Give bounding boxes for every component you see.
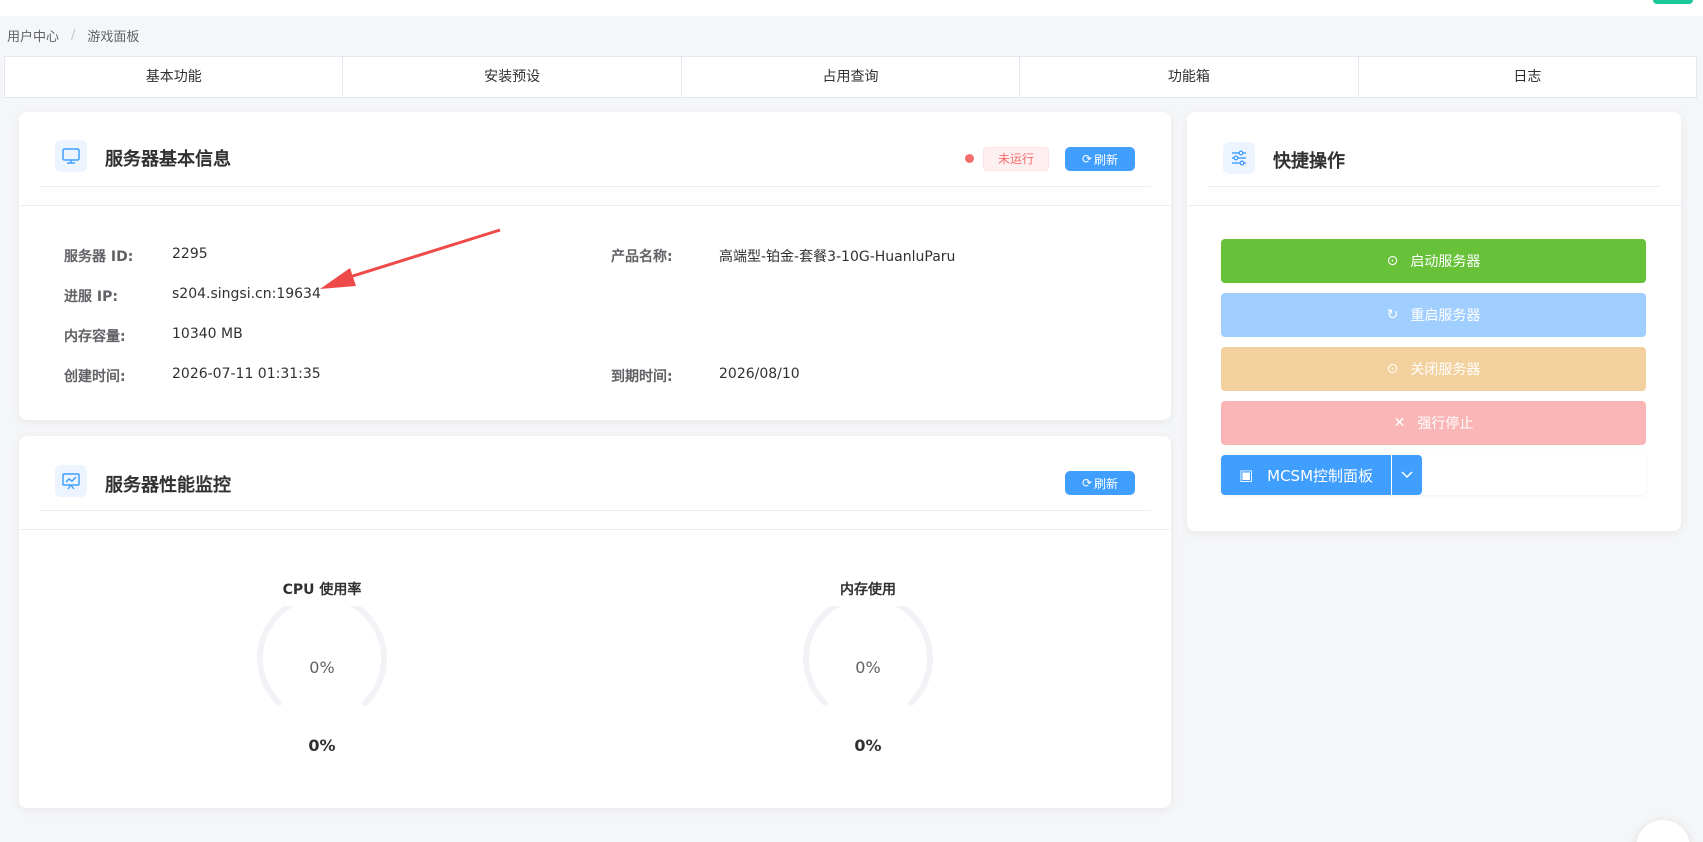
- header-line: [39, 510, 1151, 511]
- server-info-card: 服务器基本信息 未运行 ⟳ 刷新 服务器 ID: 2295 进服 IP: s20…: [19, 112, 1171, 420]
- ip-value[interactable]: s204.singsi.cn:19634: [172, 286, 321, 302]
- chevron-down-icon: [1401, 471, 1413, 479]
- tab-basic[interactable]: 基本功能: [5, 57, 344, 97]
- tab-bar-underline: [342, 97, 1697, 98]
- memory-gauge-track: [803, 606, 933, 706]
- server-id-label: 服务器 ID:: [64, 249, 134, 265]
- header-line: [1207, 186, 1661, 187]
- memory-gauge-label: 内存使用: [840, 582, 896, 598]
- memory-gauge-inner: 0%: [855, 658, 881, 677]
- breadcrumb-separator: /: [71, 28, 76, 43]
- tab-toolbox[interactable]: 功能箱: [1020, 57, 1359, 97]
- refresh-label: 刷新: [1094, 476, 1119, 491]
- breadcrumb: 用户中心 / 游戏面板: [7, 26, 139, 45]
- cpu-gauge-inner: 0%: [309, 658, 335, 677]
- header-divider: [1187, 205, 1681, 206]
- header-line: [39, 186, 1151, 187]
- ip-label: 进服 IP:: [64, 289, 118, 305]
- refresh-icon: ⟳: [1081, 476, 1093, 490]
- memory-label: 内存容量:: [64, 329, 126, 345]
- tab-log[interactable]: 日志: [1359, 57, 1696, 97]
- kill-server-button[interactable]: ✕ 强行停止: [1221, 401, 1646, 445]
- cpu-gauge-track: [257, 606, 387, 706]
- stop-server-label: 关闭服务器: [1410, 362, 1481, 378]
- refresh-icon: ↻: [1386, 307, 1399, 323]
- cpu-gauge-label: CPU 使用率: [282, 582, 362, 598]
- help-bubble[interactable]: [1636, 820, 1690, 842]
- server-id-value: 2295: [172, 246, 208, 262]
- play-icon: ⊙: [1386, 253, 1399, 269]
- mcsm-button-group: ▣ MCSM控制面板: [1221, 455, 1646, 495]
- monitor-icon: [55, 140, 87, 172]
- breadcrumb-home[interactable]: 用户中心: [7, 26, 59, 45]
- sliders-icon: [1223, 142, 1255, 174]
- cpu-gauge-value: 0%: [308, 736, 336, 755]
- refresh-icon: ⟳: [1081, 152, 1093, 166]
- kill-server-label: 强行停止: [1417, 416, 1474, 432]
- mcsm-panel-button[interactable]: ▣ MCSM控制面板: [1221, 455, 1391, 495]
- server-info-title: 服务器基本信息: [105, 149, 231, 170]
- header-divider: [19, 205, 1171, 206]
- memory-value: 10340 MB: [172, 326, 243, 342]
- product-value: 高端型-铂金-套餐3-10G-HuanluParu: [719, 249, 956, 265]
- performance-card: 服务器性能监控 ⟳ 刷新 CPU 使用率 0% 0% 内存使用 0% 0%: [19, 436, 1171, 808]
- created-label: 创建时间:: [64, 369, 126, 385]
- created-value: 2026-07-11 01:31:35: [172, 366, 321, 382]
- breadcrumb-current: 游戏面板: [87, 30, 140, 45]
- mcsm-panel-label: MCSM控制面板: [1267, 466, 1374, 485]
- top-bar-badge[interactable]: [1653, 0, 1693, 4]
- close-icon: ✕: [1393, 415, 1406, 431]
- pause-icon: ⊙: [1386, 361, 1399, 377]
- memory-gauge-value: 0%: [854, 736, 882, 755]
- server-info-refresh-button[interactable]: ⟳ 刷新: [1065, 147, 1135, 171]
- mcsm-dropdown-button[interactable]: [1392, 455, 1422, 495]
- expires-value: 2026/08/10: [719, 366, 800, 382]
- tab-bar: 基本功能 安装预设 占用查询 功能箱 日志: [4, 56, 1697, 98]
- restart-server-button[interactable]: ↻ 重启服务器: [1221, 293, 1646, 337]
- product-label: 产品名称:: [611, 249, 673, 265]
- header-divider: [19, 529, 1171, 530]
- start-server-button[interactable]: ⊙ 启动服务器: [1221, 239, 1646, 283]
- status-dot: [965, 154, 974, 163]
- stop-server-button[interactable]: ⊙ 关闭服务器: [1221, 347, 1646, 391]
- restart-server-label: 重启服务器: [1410, 308, 1481, 324]
- tab-usage-query[interactable]: 占用查询: [682, 57, 1021, 97]
- panel-icon: ▣: [1238, 466, 1254, 484]
- start-server-label: 启动服务器: [1410, 254, 1481, 270]
- performance-title: 服务器性能监控: [105, 475, 231, 496]
- expires-label: 到期时间:: [611, 369, 673, 385]
- top-bar: [0, 0, 1703, 16]
- tab-install-preset[interactable]: 安装预设: [343, 57, 682, 97]
- refresh-label: 刷新: [1094, 152, 1119, 167]
- chart-icon: [55, 465, 87, 497]
- performance-refresh-button[interactable]: ⟳ 刷新: [1065, 471, 1135, 495]
- quick-actions-title: 快捷操作: [1273, 151, 1345, 172]
- status-badge: 未运行: [983, 147, 1050, 171]
